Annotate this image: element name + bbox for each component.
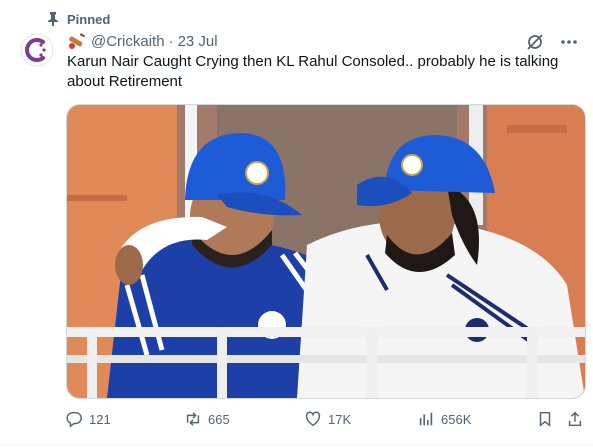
pinned-indicator: Pinned [47,9,110,29]
grok-icon[interactable] [525,32,545,52]
reply-icon [66,411,82,428]
pin-icon [48,12,58,26]
repost-button[interactable]: 665 [184,410,230,428]
photo-illustration [67,105,585,398]
like-icon [305,411,321,427]
action-bar: 121 665 17K 656K [60,406,586,432]
pinned-label: Pinned [67,11,111,27]
more-icon[interactable] [559,32,579,52]
post-divider [0,444,593,445]
repost-count: 665 [208,411,230,427]
like-count: 17K [328,411,352,427]
cricket-bat-icon [69,33,86,49]
reply-count: 121 [89,411,111,427]
post-date[interactable]: 23 Jul [178,33,218,50]
post-header: @Crickaith · 23 Jul [67,30,218,52]
bookmark-icon[interactable] [536,410,554,428]
views-count: 656K [441,411,472,427]
header-actions [525,32,579,52]
author-handle[interactable]: @Crickaith [91,33,165,50]
post-image[interactable] [66,104,586,399]
avatar[interactable] [20,33,54,67]
reply-button[interactable]: 121 [65,410,111,428]
avatar-logo-icon [20,33,54,67]
share-icon[interactable] [566,410,584,428]
views-button[interactable]: 656K [417,410,471,428]
repost-icon [186,412,200,426]
like-button[interactable]: 17K [304,410,351,428]
post-text: Karun Nair Caught Crying then KL Rahul C… [67,53,559,90]
header-separator: · [168,32,174,50]
views-icon [419,412,433,426]
